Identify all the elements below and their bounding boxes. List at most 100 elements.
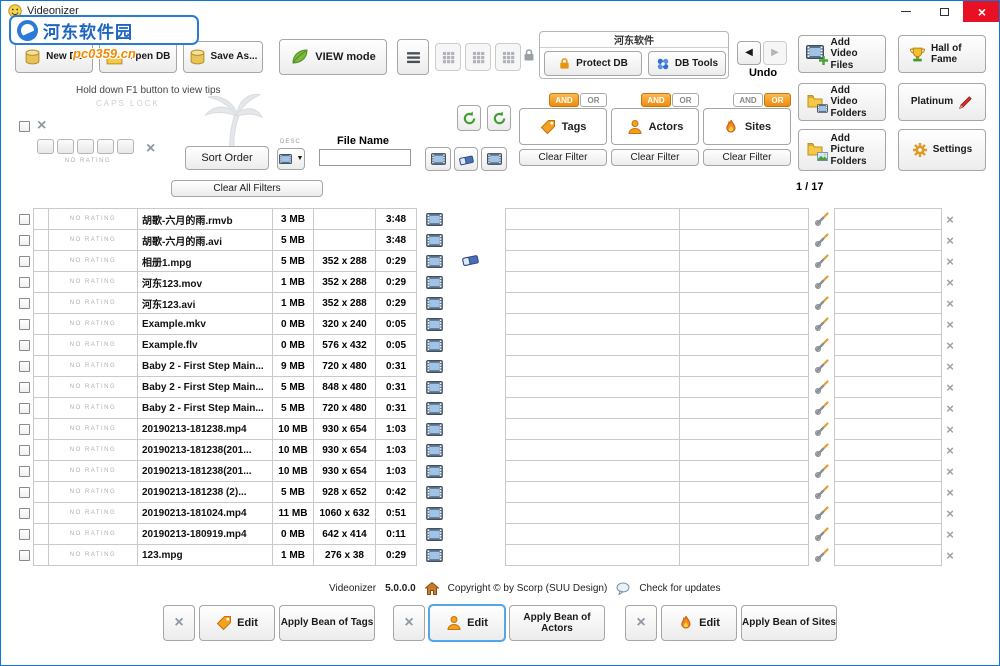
sort-order-button[interactable]: Sort Order [185, 146, 269, 170]
actors-clear-filter-button[interactable]: Clear Filter [611, 149, 699, 166]
detail-cell-sites[interactable] [834, 523, 942, 545]
settings-button[interactable]: Settings [898, 129, 986, 171]
row-checkbox[interactable] [19, 529, 30, 540]
row-play-video-icon[interactable] [417, 418, 451, 440]
row-filename[interactable]: Baby 2 - First Step Main... [137, 355, 273, 377]
detail-cell-tags[interactable] [505, 208, 680, 230]
row-filename[interactable]: 20190213-181238(201... [137, 460, 273, 482]
apply-bean-of-tags-button[interactable]: Apply Bean of Tags [279, 605, 375, 641]
row-remove-icon[interactable]: × [942, 292, 958, 314]
star-slot[interactable] [77, 139, 94, 154]
detail-cell-sites[interactable] [834, 292, 942, 314]
maximize-button[interactable] [925, 1, 963, 22]
detail-cell-tags[interactable] [505, 523, 680, 545]
row-checkbox[interactable] [19, 298, 30, 309]
row-filename[interactable]: 相册1.mpg [137, 250, 273, 272]
detail-cell-actors[interactable] [679, 313, 809, 335]
row-checkbox[interactable] [19, 319, 30, 330]
detail-cell-sites[interactable] [834, 229, 942, 251]
row-tools-icon[interactable] [809, 292, 835, 314]
row-play-video-icon[interactable] [417, 355, 451, 377]
detail-cell-sites[interactable] [834, 418, 942, 440]
protect-db-button[interactable]: Protect DB [544, 51, 642, 76]
table-row[interactable]: no rating 相册1.mpg 5 MB 352 x 288 0:29 [16, 250, 451, 272]
detail-cell-tags[interactable] [505, 439, 680, 461]
add-video-folders-button[interactable]: Add Video Folders [798, 83, 886, 121]
clear-actors-bean-button[interactable]: × [393, 605, 425, 641]
table-row[interactable]: no rating 胡歌-六月的雨.avi 5 MB 3:48 [16, 229, 451, 251]
detail-cell-sites[interactable] [834, 376, 942, 398]
table-row[interactable]: no rating 20190213-181024.mp4 11 MB 1060… [16, 502, 451, 524]
detail-cell-sites[interactable] [834, 397, 942, 419]
row-filename[interactable]: Example.mkv [137, 313, 273, 335]
row-filename[interactable]: 20190213-181024.mp4 [137, 502, 273, 524]
row-filename[interactable]: 20190213-181238 (2)... [137, 481, 273, 503]
row-filename[interactable]: 河东123.avi [137, 292, 273, 314]
detail-cell-tags[interactable] [505, 229, 680, 251]
rating-stars[interactable] [37, 139, 134, 154]
detail-cell-sites[interactable] [834, 481, 942, 503]
detail-cell-sites[interactable] [834, 544, 942, 566]
row-remove-icon[interactable]: × [942, 355, 958, 377]
row-play-video-icon[interactable] [417, 481, 451, 503]
row-remove-icon[interactable]: × [942, 313, 958, 335]
tags-and-button[interactable]: AND [549, 93, 579, 107]
file-name-input[interactable] [319, 149, 411, 166]
row-play-video-icon[interactable] [417, 376, 451, 398]
row-tools-icon[interactable] [809, 481, 835, 503]
row-tools-icon[interactable] [809, 523, 835, 545]
rating-filter-checkbox[interactable] [19, 121, 30, 132]
row-tools-icon[interactable] [809, 229, 835, 251]
table-row[interactable]: no rating 20190213-181238 (2)... 5 MB 92… [16, 481, 451, 503]
row-tools-icon[interactable] [809, 271, 835, 293]
row-play-video-icon[interactable] [417, 313, 451, 335]
edit-actors-button[interactable]: Edit [429, 605, 505, 641]
detail-cell-actors[interactable] [679, 418, 809, 440]
row-tools-icon[interactable] [809, 313, 835, 335]
detail-cell-actors[interactable] [679, 208, 809, 230]
row-play-video-icon[interactable] [417, 439, 451, 461]
row-play-video-icon[interactable] [417, 397, 451, 419]
detail-cell-tags[interactable] [505, 481, 680, 503]
row-remove-icon[interactable]: × [942, 397, 958, 419]
row-remove-icon[interactable]: × [942, 460, 958, 482]
row-remove-icon[interactable]: × [942, 523, 958, 545]
row-filename[interactable]: Baby 2 - First Step Main... [137, 376, 273, 398]
row-play-video-icon[interactable] [417, 271, 451, 293]
detail-cell-actors[interactable] [679, 250, 809, 272]
row-tools-icon[interactable] [809, 397, 835, 419]
table-row[interactable]: no rating Baby 2 - First Step Main... 5 … [16, 397, 451, 419]
row-tools-icon[interactable] [809, 250, 835, 272]
row-remove-icon[interactable]: × [942, 250, 958, 272]
clear-rating-icon[interactable]: × [37, 118, 46, 134]
actors-and-button[interactable]: AND [641, 93, 671, 107]
table-row[interactable]: no rating Example.mkv 0 MB 320 x 240 0:0… [16, 313, 451, 335]
home-icon[interactable] [425, 582, 439, 595]
detail-cell-actors[interactable] [679, 502, 809, 524]
row-filename[interactable]: 河东123.mov [137, 271, 273, 293]
detail-cell-actors[interactable] [679, 439, 809, 461]
edit-sites-button[interactable]: Edit [661, 605, 737, 641]
detail-cell-actors[interactable] [679, 376, 809, 398]
row-play-video-icon[interactable] [417, 523, 451, 545]
minimize-button[interactable] [887, 1, 925, 22]
row-remove-icon[interactable]: × [942, 376, 958, 398]
detail-cell-sites[interactable] [834, 502, 942, 524]
tags-clear-filter-button[interactable]: Clear Filter [519, 149, 607, 166]
row-filename[interactable]: 123.mpg [137, 544, 273, 566]
detail-cell-tags[interactable] [505, 313, 680, 335]
add-video-files-button[interactable]: Add Video Files [798, 35, 886, 73]
row-play-video-icon[interactable] [417, 544, 451, 566]
row-checkbox[interactable] [19, 487, 30, 498]
detail-cell-actors[interactable] [679, 460, 809, 482]
row-filename[interactable]: 胡歌-六月的雨.avi [137, 229, 273, 251]
sites-filter-box[interactable]: Sites [703, 108, 791, 145]
refresh-filter-button[interactable] [457, 105, 481, 131]
row-play-video-icon[interactable] [417, 334, 451, 356]
row-checkbox[interactable] [19, 403, 30, 414]
detail-cell-actors[interactable] [679, 229, 809, 251]
row-tools-icon[interactable] [809, 208, 835, 230]
row-play-video-icon[interactable] [417, 502, 451, 524]
detail-cell-tags[interactable] [505, 397, 680, 419]
tags-filter-box[interactable]: Tags [519, 108, 607, 145]
